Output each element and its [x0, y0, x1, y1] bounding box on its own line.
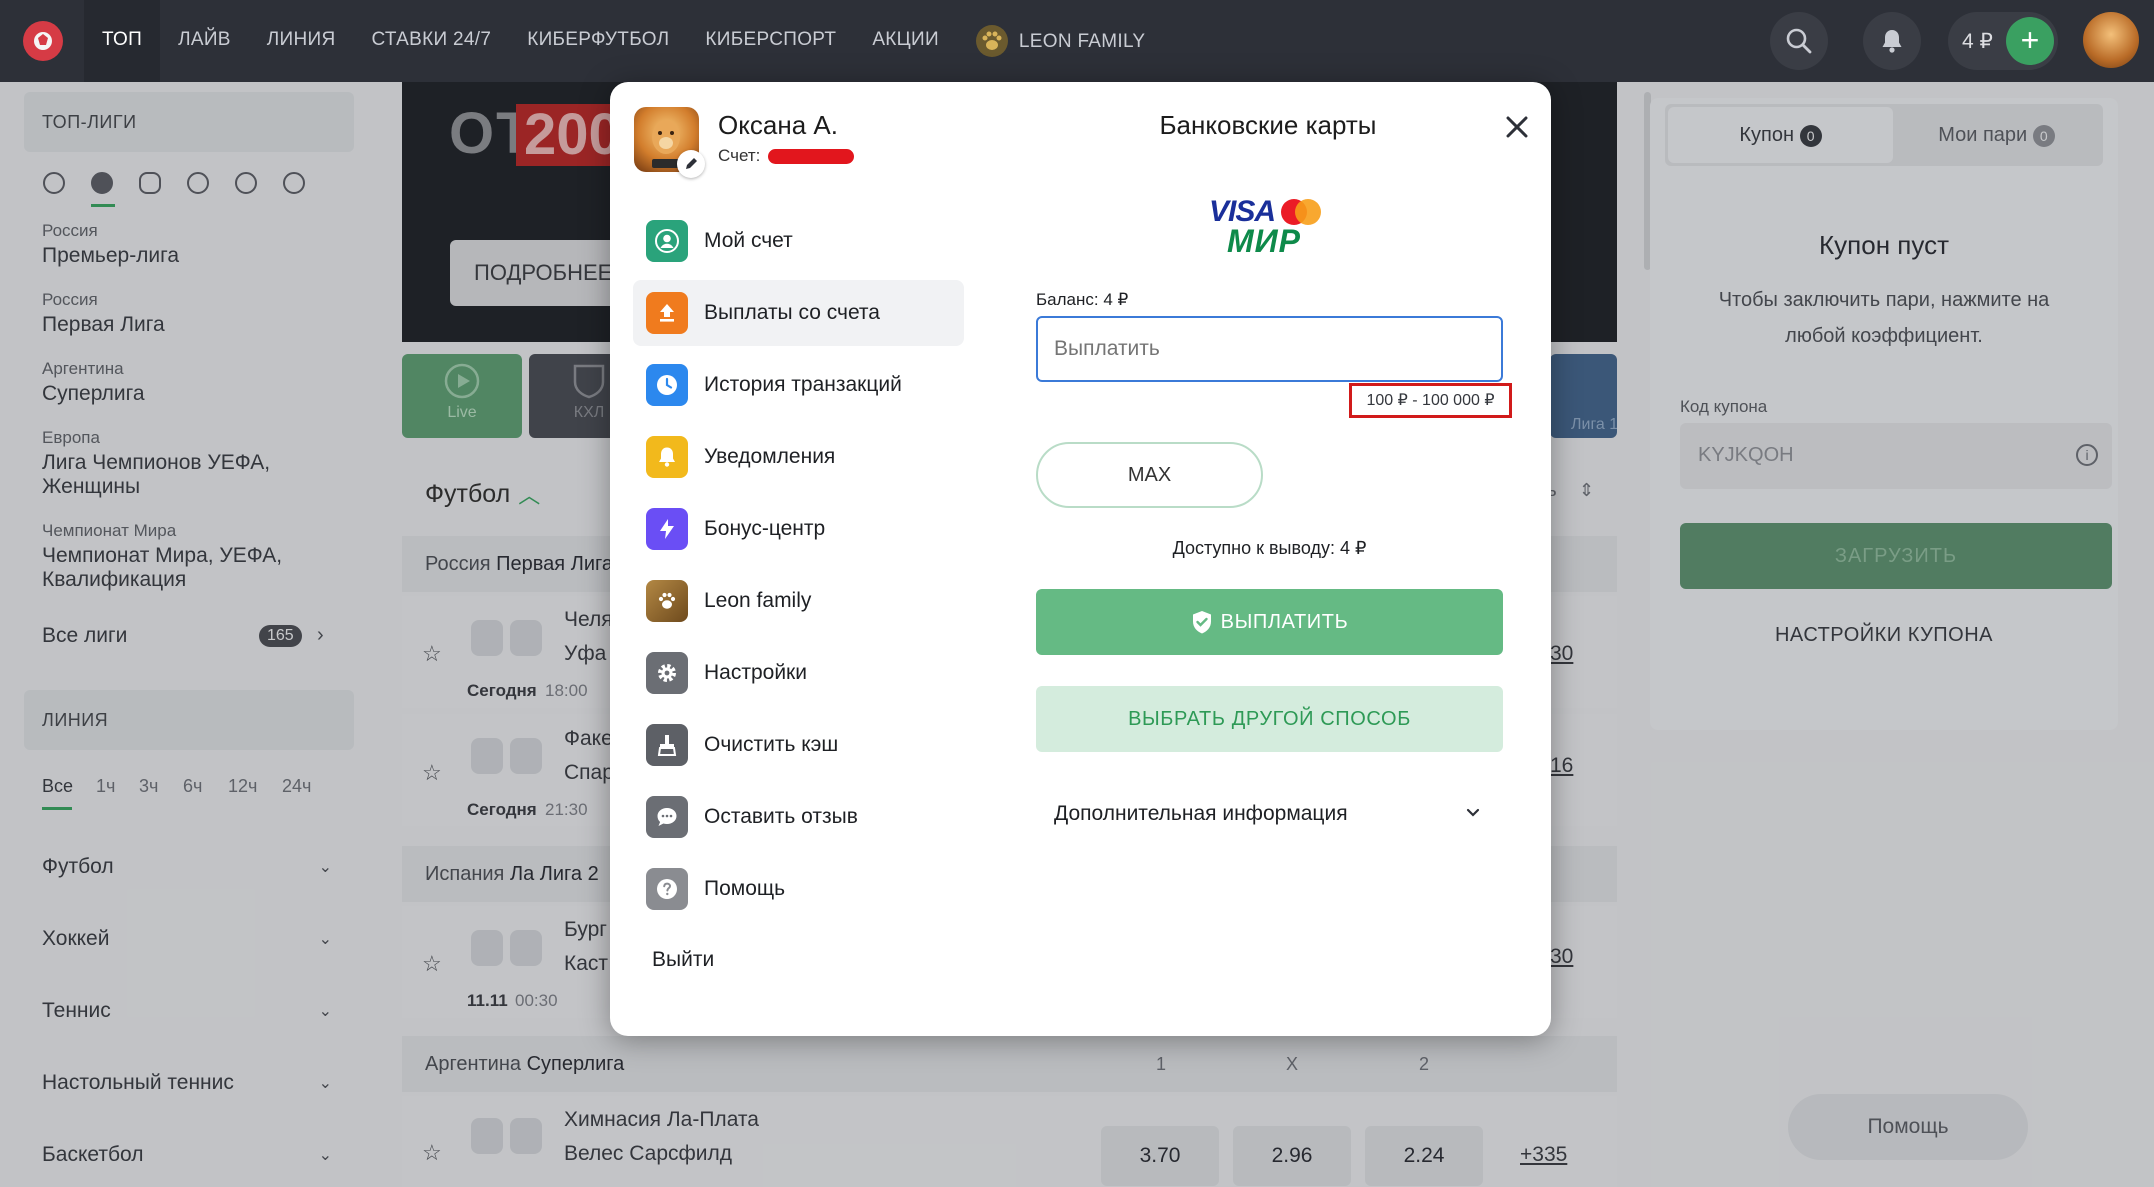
paw-icon	[975, 25, 1008, 57]
menu-leon-family[interactable]: Leon family	[633, 568, 964, 634]
mir-logo: МИР	[1227, 223, 1302, 259]
menu-withdrawals[interactable]: Выплаты со счета	[633, 280, 964, 346]
available-to-withdraw: Доступно к выводу: 4 ₽	[1172, 538, 1367, 558]
nav-top[interactable]: ТОП	[84, 0, 161, 82]
menu-transaction-history[interactable]: История транзакций	[633, 352, 964, 418]
menu-label: Бонус-центр	[704, 517, 826, 540]
clock-icon	[646, 364, 688, 406]
withdraw-amount-input[interactable]	[1036, 316, 1503, 382]
additional-info-label: Дополнительная информация	[1054, 802, 1348, 825]
modal-title: Банковские карты	[1159, 110, 1377, 140]
user-avatar[interactable]	[2083, 12, 2139, 68]
menu-help[interactable]: Помощь	[633, 856, 964, 922]
account-label: Счет:	[718, 146, 761, 165]
chat-icon	[646, 796, 688, 838]
max-amount-button[interactable]: MAX	[1036, 442, 1263, 508]
additional-info-toggle[interactable]: Дополнительная информация	[1036, 790, 1503, 838]
menu-label: Настройки	[704, 661, 807, 684]
bell-icon	[1882, 30, 1902, 53]
nav-live[interactable]: ЛАЙВ	[160, 0, 249, 82]
bell-icon	[646, 436, 688, 478]
balance-label: Баланс: 4 ₽	[1036, 290, 1129, 309]
paw-icon	[646, 580, 688, 622]
menu-notifications[interactable]: Уведомления	[633, 424, 964, 490]
menu-label: Оставить отзыв	[704, 805, 858, 828]
menu-label: Мой счет	[704, 229, 793, 252]
profile-name: Оксана А.	[718, 110, 838, 140]
menu-label: Очистить кэш	[704, 733, 839, 756]
choose-other-method-button[interactable]: ВЫБРАТЬ ДРУГОЙ СПОСОБ	[1036, 686, 1503, 752]
edit-avatar-button[interactable]	[677, 150, 705, 178]
menu-label: Выплаты со счета	[704, 301, 880, 324]
main-nav: ТОП ЛАЙВ ЛИНИЯ СТАВКИ 24/7 КИБЕРФУТБОЛ К…	[84, 0, 1163, 82]
chevron-down-icon	[1466, 808, 1480, 817]
nav-promotions[interactable]: АКЦИИ	[854, 0, 957, 82]
balance-pill[interactable]: 4 ₽ +	[1948, 12, 2058, 70]
pencil-icon	[686, 158, 697, 169]
upload-icon	[646, 292, 688, 334]
menu-label: Помощь	[704, 877, 786, 900]
menu-clear-cache[interactable]: Очистить кэш	[633, 712, 964, 778]
menu-label: Уведомления	[704, 445, 836, 468]
shield-check-icon	[1192, 611, 1211, 634]
account-number-redaction	[768, 149, 854, 164]
nav-cyberfootball[interactable]: КИБЕРФУТБОЛ	[509, 0, 687, 82]
menu-label: Leon family	[704, 589, 812, 612]
menu-label: История транзакций	[704, 373, 902, 396]
nav-leon-family[interactable]: LEON FAMILY	[957, 0, 1164, 82]
search-button[interactable]	[1770, 12, 1828, 70]
nav-leon-family-label: LEON FAMILY	[1018, 30, 1146, 52]
nav-cybersport[interactable]: КИБЕРСПОРТ	[687, 0, 854, 82]
close-button[interactable]	[1500, 110, 1534, 144]
menu-bonus-center[interactable]: Бонус-центр	[633, 496, 964, 562]
balance-amount: 4 ₽	[1962, 30, 1993, 53]
site-logo[interactable]	[20, 18, 66, 64]
logout-link[interactable]: Выйти	[652, 948, 714, 972]
deposit-plus-button[interactable]: +	[2006, 17, 2054, 65]
payment-brands: VISA МИР	[1209, 195, 1323, 260]
question-icon	[646, 868, 688, 910]
withdraw-button[interactable]: ВЫПЛАТИТЬ	[1036, 589, 1503, 655]
menu-settings[interactable]: Настройки	[633, 640, 964, 706]
notifications-button[interactable]	[1863, 12, 1921, 70]
search-icon	[1786, 28, 1812, 54]
broom-icon	[646, 724, 688, 766]
menu-feedback[interactable]: Оставить отзыв	[633, 784, 964, 850]
menu-my-account[interactable]: Мой счет	[633, 208, 964, 274]
lightning-icon	[646, 508, 688, 550]
nav-line[interactable]: ЛИНИЯ	[249, 0, 354, 82]
user-icon	[646, 220, 688, 262]
nav-bets-247[interactable]: СТАВКИ 24/7	[354, 0, 510, 82]
amount-range-hint: 100 ₽ - 100 000 ₽	[1349, 383, 1512, 418]
gear-icon	[646, 652, 688, 694]
close-icon	[1506, 116, 1528, 138]
withdraw-button-label: ВЫПЛАТИТЬ	[1220, 610, 1349, 633]
